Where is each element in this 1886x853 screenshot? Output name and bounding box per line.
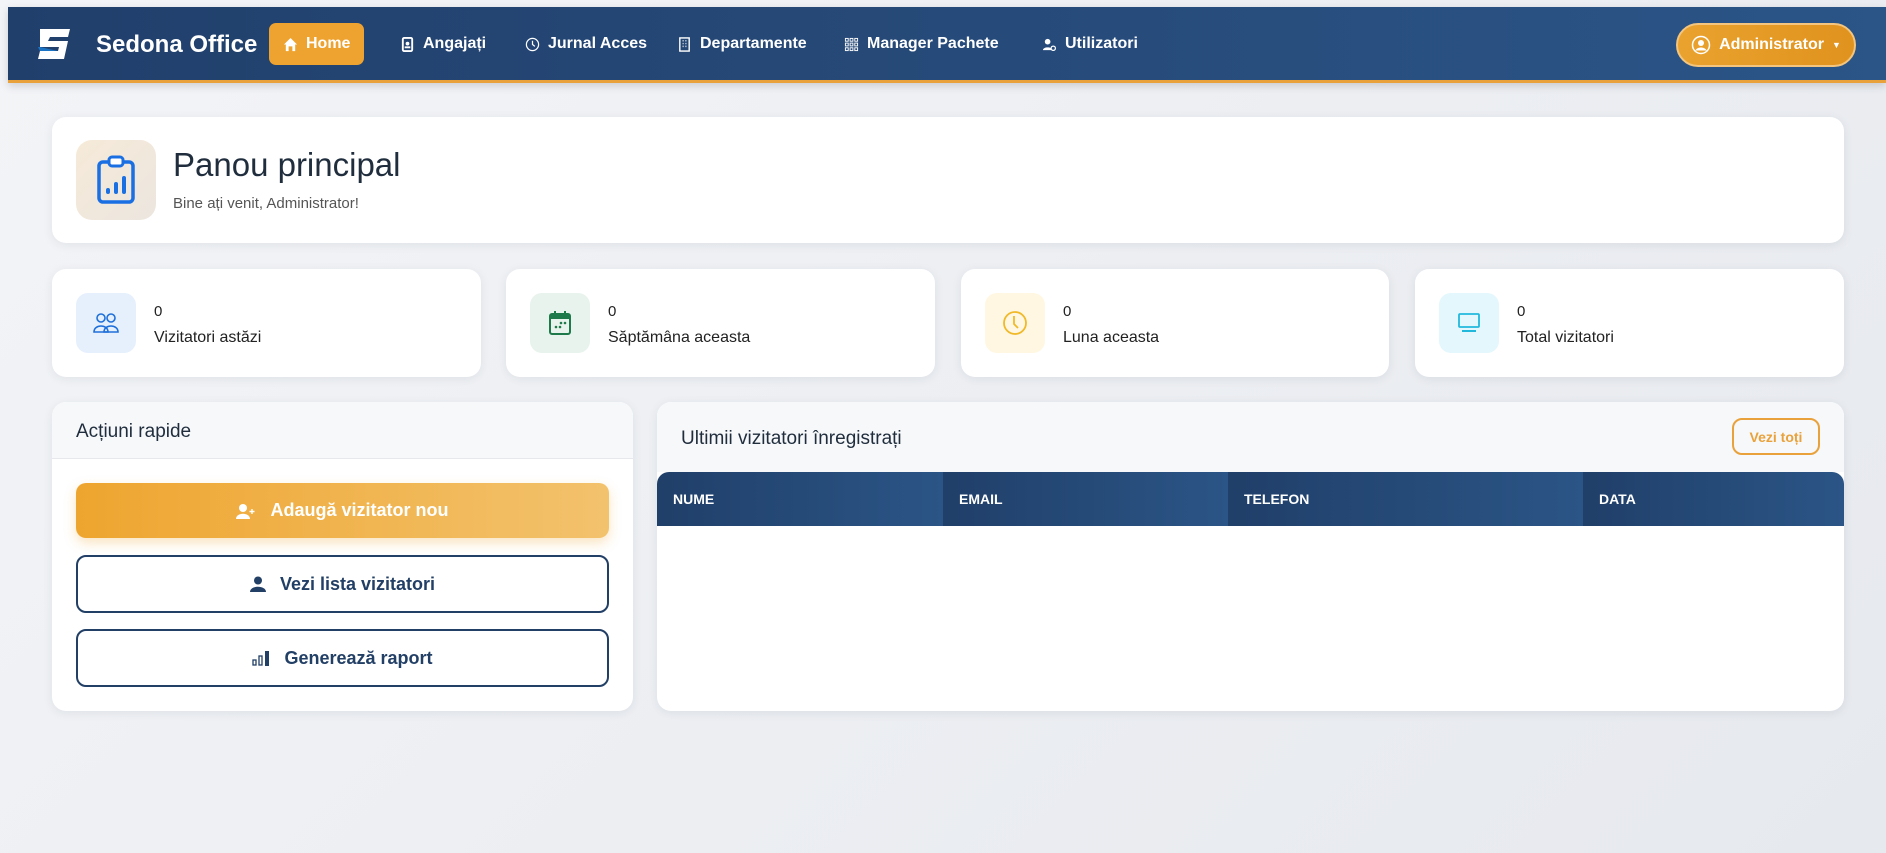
nav-utilizatori[interactable]: Utilizatori [1028,23,1152,65]
nav-label: Utilizatori [1065,35,1138,52]
recent-visitors-panel: Ultimii vizitatori înregistrați Vezi toț… [657,402,1844,711]
nav-manager-pachete[interactable]: Manager Pachete [830,23,1013,65]
monitor-icon [1439,293,1499,353]
nav-label: Angajați [423,35,487,52]
people-icon [76,293,136,353]
stat-card-total: 0 Total vizitatori [1415,269,1844,377]
view-all-button[interactable]: Vezi toți [1732,418,1820,455]
sedona-logo-icon [38,29,70,59]
panel-header: Acțiuni rapide [52,402,633,459]
user-icon [249,576,266,592]
user-circle-icon [1691,35,1711,55]
nav-departamente[interactable]: Departamente [663,23,821,65]
column-header-data[interactable]: DATA [1583,472,1844,526]
quick-actions-panel: Acțiuni rapide Adaugă vizitator nou Vezi… [52,402,633,711]
visitors-table-header: NUME EMAIL TELEFON DATA [657,472,1844,526]
stat-label: Luna aceasta [1063,329,1160,346]
nav-label: Jurnal Acces [548,35,648,52]
caret-down-icon: ▼ [1831,40,1841,50]
stat-label: Vizitatori astăzi [154,329,262,346]
column-header-telefon[interactable]: TELEFON [1228,472,1583,526]
column-header-email[interactable]: EMAIL [943,472,1228,526]
panel-header: Ultimii vizitatori înregistrați Vezi toț… [657,402,1844,472]
button-label: Vezi lista vizitatori [279,573,436,594]
page-header-card: Panou principal Bine ați venit, Administ… [52,117,1844,243]
bar-chart-icon [252,651,270,666]
button-label: Adaugă vizitator nou [270,500,449,520]
panel-title: Ultimii vizitatori înregistrați [681,428,902,449]
nav-label: Manager Pachete [867,35,999,52]
top-navbar: Sedona Office Home Angajați Jurnal Acces… [8,7,1886,83]
stat-value: 0 [1063,303,1072,320]
nav-label: Departamente [700,35,807,52]
calendar-icon [530,293,590,353]
user-plus-icon [236,503,255,519]
stat-label: Săptămâna aceasta [608,329,751,346]
grid-icon [844,37,859,51]
welcome-message: Bine ați venit, Administrator! [173,195,359,212]
view-visitors-button[interactable]: Vezi lista vizitatori [76,555,609,613]
stat-card-month: 0 Luna aceasta [961,269,1389,377]
clock-icon [525,37,540,51]
nav-label: Home [306,35,351,52]
brand-name: Sedona Office [96,31,258,58]
clock-icon [985,293,1045,353]
stat-card-week: 0 Săptămâna aceasta [506,269,935,377]
stat-value: 0 [1517,303,1526,320]
page-title: Panou principal [173,146,401,183]
stat-card-today: 0 Vizitatori astăzi [52,269,481,377]
stat-value: 0 [608,303,617,320]
user-name: Administrator [1719,36,1824,53]
user-menu-button[interactable]: Administrator ▼ [1676,23,1856,67]
nav-angajati[interactable]: Angajați [386,23,500,65]
panel-title: Acțiuni rapide [76,421,192,442]
generate-report-button[interactable]: Generează raport [76,629,609,687]
stat-value: 0 [154,303,163,320]
clipboard-chart-icon [76,140,156,220]
add-visitor-button[interactable]: Adaugă vizitator nou [76,483,609,538]
button-label: Generează raport [284,647,433,668]
nav-jurnal-acces[interactable]: Jurnal Acces [511,23,661,65]
home-icon [283,37,298,51]
building-icon [679,36,690,52]
stat-label: Total vizitatori [1517,329,1614,346]
user-gear-icon [1042,38,1057,51]
badge-icon [401,36,414,52]
column-header-nume[interactable]: NUME [657,472,943,526]
nav-home[interactable]: Home [269,23,365,65]
